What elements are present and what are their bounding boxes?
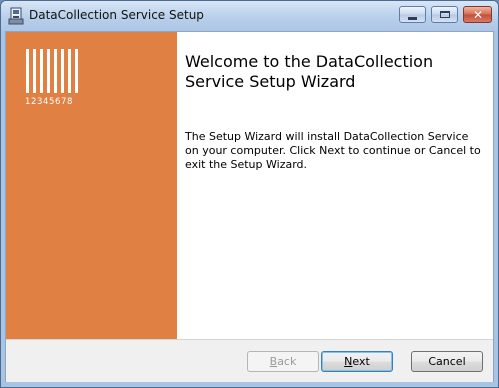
setup-window: DataCollection Service Setup ✕ 12345678 … [0, 0, 499, 388]
button-bar: Back Next Cancel [6, 339, 493, 382]
minimize-button[interactable] [399, 6, 426, 23]
next-button[interactable]: Next [321, 351, 393, 372]
barcode-logo: 12345678 [25, 49, 78, 107]
welcome-description: The Setup Wizard will install DataCollec… [185, 130, 481, 171]
minimize-icon [408, 17, 417, 20]
wizard-content: Welcome to the DataCollection Service Se… [177, 32, 493, 339]
maximize-button[interactable] [431, 6, 458, 23]
maximize-icon [440, 11, 450, 18]
close-button[interactable]: ✕ [463, 6, 492, 23]
barcode-number: 12345678 [25, 97, 73, 107]
cancel-button[interactable]: Cancel [411, 351, 483, 372]
title-bar[interactable]: DataCollection Service Setup ✕ [1, 1, 498, 31]
wizard-sidebar: 12345678 [6, 32, 177, 339]
back-button[interactable]: Back [247, 351, 319, 372]
wizard-client-area: 12345678 Welcome to the DataCollection S… [5, 31, 494, 382]
page-title: Welcome to the DataCollection Service Se… [185, 52, 434, 91]
close-icon: ✕ [473, 8, 484, 22]
installer-icon[interactable] [8, 7, 24, 25]
window-title: DataCollection Service Setup [29, 8, 204, 22]
